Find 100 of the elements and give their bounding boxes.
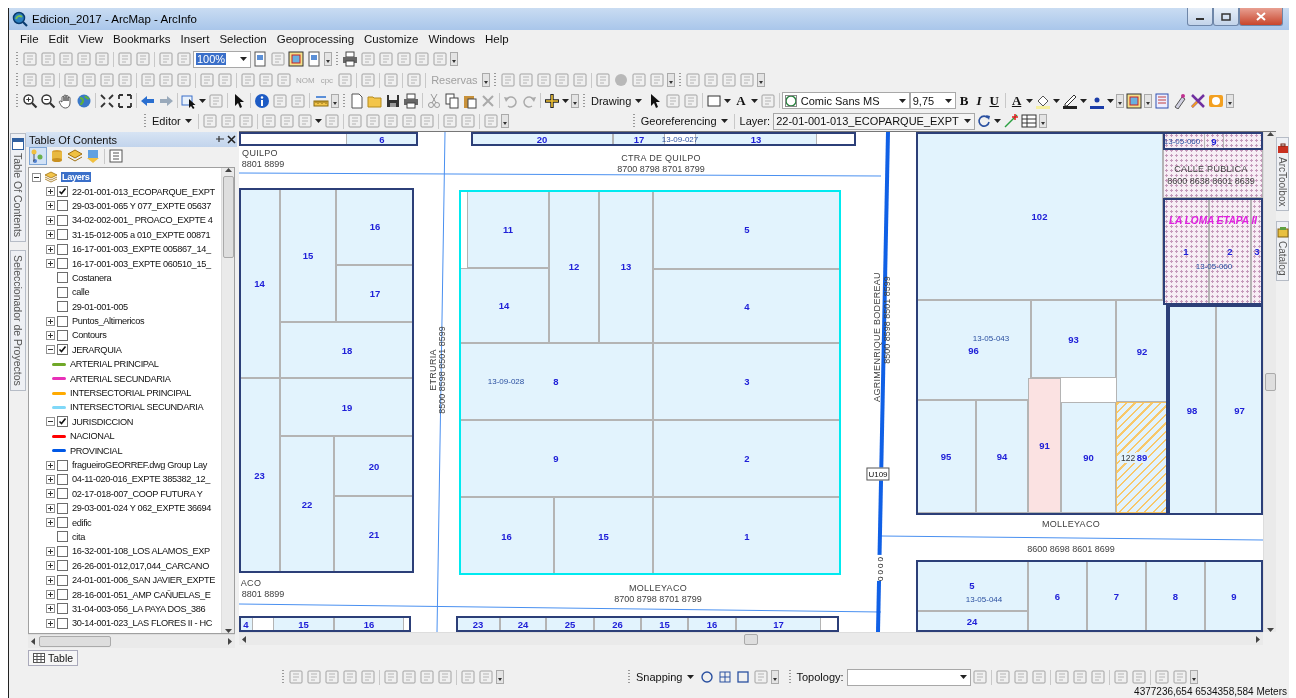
save-icon[interactable] — [385, 92, 401, 109]
menu-item[interactable]: Selection — [214, 33, 272, 45]
block-outline[interactable] — [239, 132, 418, 146]
underline-button[interactable]: U — [985, 92, 1003, 109]
menu-item[interactable]: Windows — [423, 33, 481, 45]
database-icon[interactable] — [49, 148, 65, 164]
expander-icon[interactable] — [46, 244, 55, 254]
menu-item[interactable]: File — [15, 33, 44, 45]
caret-icon[interactable] — [240, 57, 247, 61]
expander-icon[interactable] — [46, 618, 55, 628]
text-tool-button[interactable]: A — [732, 92, 750, 109]
checkbox[interactable] — [57, 459, 68, 471]
close-icon[interactable] — [227, 135, 236, 144]
pin-icon[interactable] — [215, 133, 225, 144]
expander-icon[interactable] — [46, 460, 55, 470]
options-icon[interactable] — [108, 148, 124, 164]
map-view[interactable] — [239, 132, 1263, 632]
layer-name[interactable]: 16-32-001-108_LOS ALAMOS_EXP — [71, 546, 211, 557]
scroll-left-icon[interactable] — [31, 638, 35, 645]
toolbar-overflow-icon[interactable] — [1189, 670, 1198, 684]
toolbar-overflow-icon[interactable] — [666, 73, 675, 87]
copy-icon[interactable] — [444, 92, 460, 109]
minimize-button[interactable] — [1187, 8, 1213, 26]
toolbar-overflow-icon[interactable] — [324, 52, 332, 66]
snapping-menu[interactable]: Snapping — [633, 671, 698, 683]
caret-icon[interactable] — [199, 98, 206, 103]
arrows-in-icon[interactable] — [99, 92, 115, 109]
checkbox[interactable] — [57, 200, 68, 212]
rotate-icon[interactable] — [975, 113, 992, 129]
layer-name[interactable]: JERARQUIA — [71, 344, 123, 355]
layer-name[interactable]: edific — [71, 517, 93, 528]
checkbox[interactable] — [57, 502, 68, 514]
layer-name[interactable]: 29-03-001-065 Y 077_EXPTE 05637 — [71, 200, 212, 211]
bold-button[interactable]: B — [955, 92, 973, 109]
toolbar-overflow-icon[interactable] — [496, 670, 504, 684]
layer-name[interactable]: 30-14-001-023_LAS FLORES II - HC — [71, 618, 213, 629]
add-data-icon[interactable] — [544, 92, 560, 109]
layer-dropdown[interactable]: 22-01-001-013_ECOPARQUE_EXPT — [773, 112, 975, 130]
caret-icon[interactable] — [635, 98, 643, 103]
checkbox[interactable] — [57, 574, 68, 586]
expander-icon[interactable] — [46, 575, 55, 585]
toolbar-overflow-icon[interactable] — [1144, 93, 1153, 108]
checkbox[interactable] — [57, 272, 68, 284]
toolbar-overflow-icon[interactable] — [500, 114, 509, 128]
menu-item[interactable]: Geoprocessing — [271, 33, 360, 45]
layer-name[interactable]: 29-01-001-005 — [71, 301, 129, 312]
caret-icon[interactable] — [993, 119, 1001, 123]
layer-name[interactable]: 22-01-001-013_ECOPARQUE_EXPT — [71, 186, 216, 197]
selection-list-icon[interactable] — [85, 148, 101, 164]
toolbar-overflow-icon[interactable] — [331, 93, 339, 108]
expander-icon[interactable] — [46, 518, 55, 528]
scrollbar[interactable] — [239, 632, 1263, 645]
checkbox[interactable] — [57, 589, 68, 600]
line-color-icon[interactable] — [1062, 92, 1079, 109]
block-outline[interactable] — [239, 188, 414, 573]
side-tab[interactable]: ArcToolbox — [1276, 137, 1289, 212]
map-frame-icon[interactable] — [288, 51, 304, 67]
checkbox[interactable] — [57, 560, 68, 572]
layer-name[interactable]: 24-01-001-006_SAN JAVIER_EXPTE — [71, 575, 217, 586]
block-outline[interactable] — [239, 616, 411, 632]
checkbox[interactable] — [57, 258, 68, 270]
table-tab[interactable]: Table — [28, 650, 79, 666]
block-outline[interactable] — [471, 132, 856, 146]
square-icon[interactable] — [734, 669, 751, 685]
control-points-icon[interactable] — [1002, 113, 1019, 129]
layer-name[interactable]: fragueiroGEORREF.dwg Group Lay — [71, 460, 209, 470]
list-by-drawing-order-icon[interactable] — [29, 147, 47, 165]
layer-name[interactable]: 16-17-001-003_EXPTE 060510_15_ — [71, 258, 212, 269]
zoom-in-icon[interactable] — [22, 92, 38, 109]
layer-name[interactable]: 28-16-001-051_AMP CAÑUELAS_E — [71, 589, 212, 600]
info-icon[interactable] — [254, 92, 270, 109]
caret-icon[interactable] — [314, 119, 322, 123]
scroll-thumb[interactable] — [222, 176, 234, 258]
scroll-thumb[interactable] — [744, 633, 758, 645]
hand-icon[interactable] — [58, 92, 74, 109]
layers-icon[interactable] — [67, 148, 83, 164]
checkbox[interactable] — [57, 301, 68, 313]
toolbar-overflow-icon[interactable] — [1226, 93, 1235, 108]
menu-item[interactable]: Customize — [359, 33, 424, 45]
printer-icon[interactable] — [403, 92, 419, 109]
font-field[interactable]: Comic Sans MS — [781, 92, 910, 109]
close-button[interactable] — [1239, 8, 1283, 26]
checkbox[interactable] — [57, 416, 68, 428]
checkbox[interactable] — [57, 517, 68, 529]
menu-item[interactable]: Bookmarks — [108, 33, 176, 45]
scrollbar[interactable] — [28, 634, 235, 648]
block-outline[interactable] — [1168, 305, 1263, 515]
expander-icon[interactable] — [46, 201, 55, 211]
scroll-up-icon[interactable] — [1266, 132, 1274, 136]
side-tab[interactable]: Table Of Contents — [9, 133, 26, 243]
block-outline[interactable] — [916, 560, 1263, 632]
checkbox[interactable] — [57, 286, 68, 298]
layer-name[interactable]: 02-17-018-007_COOP FUTURA Y — [71, 488, 204, 499]
caret-icon[interactable] — [963, 119, 971, 123]
font-size-field[interactable]: 9,75 — [909, 92, 956, 109]
printer-icon[interactable] — [342, 51, 358, 67]
toolbar-overflow-icon[interactable] — [1116, 93, 1125, 108]
expander-icon[interactable] — [46, 546, 55, 556]
checkbox[interactable] — [57, 488, 68, 500]
expander-icon[interactable] — [46, 561, 55, 571]
